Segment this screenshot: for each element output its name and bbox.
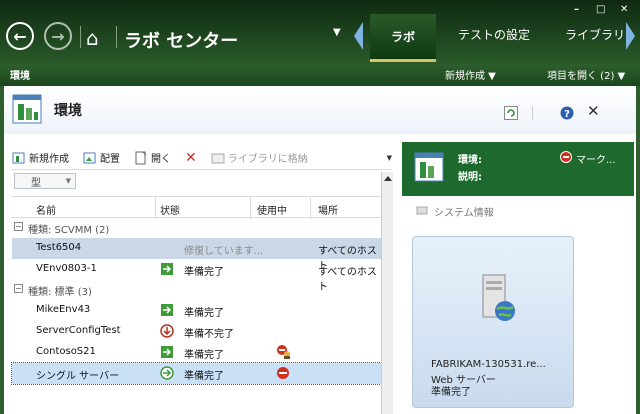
machine-status: 準備完了 bbox=[431, 387, 471, 398]
panel-header: 環境 ? ✕ bbox=[4, 86, 636, 134]
deploy-icon bbox=[83, 152, 96, 163]
group-header[interactable]: − 種類: SCVMM (2) bbox=[12, 218, 381, 238]
app-title: ラボ センター bbox=[124, 31, 239, 52]
tab-scroll-left-icon[interactable] bbox=[354, 22, 363, 50]
open-icon bbox=[135, 151, 147, 164]
divider bbox=[250, 197, 251, 219]
env-label: 環境: bbox=[458, 155, 482, 166]
panel-title: 環境 bbox=[54, 103, 82, 119]
tab-test-settings[interactable]: テストの設定 bbox=[458, 26, 530, 43]
detail-header: 環境: 説明: マーク... bbox=[402, 142, 634, 196]
environment-icon bbox=[414, 152, 444, 182]
new-environment-icon bbox=[12, 152, 25, 163]
stop-icon bbox=[277, 367, 289, 379]
toolbar-overflow-icon[interactable]: ▼ bbox=[387, 154, 392, 162]
ready-arrow-icon bbox=[161, 263, 173, 275]
column-in-use[interactable]: 使用中 bbox=[257, 202, 287, 217]
environment-panel: 環境 ? ✕ 新規作成 配置 開く ✕ ライブラリに格納 ▼ 型 ▼ 名前 状態… bbox=[4, 86, 636, 414]
type-filter[interactable]: 型 ▼ bbox=[14, 173, 76, 189]
back-button[interactable]: ← bbox=[6, 22, 34, 50]
table-row[interactable]: ServerConfigTest 準備不完了 bbox=[12, 321, 381, 342]
forward-button[interactable]: → bbox=[44, 22, 72, 50]
chevron-down-icon: ▼ bbox=[65, 177, 71, 185]
divider bbox=[116, 26, 117, 48]
table-row[interactable]: シングル サーバー 準備完了 bbox=[11, 362, 382, 385]
maximize-button[interactable]: □ bbox=[596, 4, 605, 15]
sub-bar: 環境 新規作成 ▼ 項目を開く (2) ▼ bbox=[0, 64, 640, 86]
minimize-button[interactable]: – bbox=[574, 4, 579, 15]
column-name[interactable]: 名前 bbox=[36, 202, 56, 217]
breadcrumb: 環境 bbox=[10, 71, 30, 82]
web-server-icon bbox=[482, 274, 515, 321]
grid-scrollbar[interactable] bbox=[381, 172, 393, 414]
ready-arrow-icon bbox=[161, 304, 173, 316]
divider bbox=[155, 197, 156, 219]
not-ready-icon bbox=[160, 324, 174, 338]
home-icon[interactable]: ⌂ bbox=[86, 26, 99, 50]
table-row[interactable]: VEnv0803-1 準備完了 すべてのホスト bbox=[12, 259, 381, 293]
delete-icon: ✕ bbox=[185, 149, 197, 166]
help-icon[interactable]: ? bbox=[560, 106, 574, 120]
top-bar: ← → ⌂ ラボ センター ▼ ラボ テストの設定 ライブラリ – □ ✕ bbox=[0, 0, 640, 64]
column-status[interactable]: 状態 bbox=[160, 202, 180, 217]
collapse-icon[interactable]: − bbox=[14, 284, 23, 293]
machine-card[interactable]: FABRIKAM-130531.re... Web サーバー 準備完了 bbox=[412, 236, 574, 408]
close-window-button[interactable]: ✕ bbox=[620, 4, 628, 15]
user-in-use-icon bbox=[277, 345, 290, 359]
open-items-menu[interactable]: 項目を開く (2) ▼ bbox=[547, 67, 625, 82]
library-icon bbox=[211, 153, 225, 163]
refresh-icon[interactable] bbox=[504, 106, 518, 120]
column-location[interactable]: 場所 bbox=[318, 202, 338, 217]
description-label: 説明: bbox=[458, 172, 482, 183]
table-row[interactable]: ContosoS21 準備完了 bbox=[12, 342, 381, 363]
environment-icon bbox=[12, 94, 42, 124]
tab-scroll-right-icon[interactable] bbox=[626, 22, 635, 50]
ready-circle-icon bbox=[160, 366, 174, 380]
divider bbox=[80, 26, 81, 48]
system-info-icon bbox=[416, 206, 428, 215]
machine-name: FABRIKAM-130531.re... bbox=[431, 359, 546, 370]
new-menu[interactable]: 新規作成 ▼ bbox=[445, 67, 496, 82]
system-info-link[interactable]: システム情報 bbox=[402, 202, 634, 220]
group-header[interactable]: − 種類: 標準 (3) bbox=[12, 280, 381, 300]
divider bbox=[532, 106, 533, 120]
tab-lab[interactable]: ラボ bbox=[370, 14, 436, 62]
tab-menu-dropdown-icon[interactable]: ▼ bbox=[333, 27, 341, 38]
mark-link[interactable]: マーク... bbox=[576, 151, 616, 166]
scroll-up-icon[interactable] bbox=[384, 176, 392, 181]
table-row[interactable]: MikeEnv43 準備完了 bbox=[12, 300, 381, 321]
store-in-library-button[interactable]: ライブラリに格納 bbox=[211, 150, 308, 165]
tab-library[interactable]: ライブラリ bbox=[565, 26, 625, 43]
ready-arrow-icon bbox=[161, 346, 173, 358]
open-button[interactable]: 開く bbox=[134, 150, 171, 165]
delete-button[interactable]: ✕ bbox=[185, 150, 197, 166]
collapse-icon[interactable]: − bbox=[14, 222, 23, 231]
toolbar: 新規作成 配置 開く ✕ ライブラリに格納 ▼ bbox=[12, 146, 392, 170]
deploy-button[interactable]: 配置 bbox=[83, 150, 120, 165]
stop-icon bbox=[560, 151, 572, 163]
environment-grid: 名前 状態 使用中 場所 − 種類: SCVMM (2) Test6504 修復… bbox=[11, 196, 382, 385]
table-row[interactable]: Test6504 修復しています... すべてのホスト bbox=[12, 238, 381, 272]
detail-pane: 環境: 説明: マーク... システム情報 FABRIKAM-130531.re… bbox=[402, 142, 634, 414]
grid-header: 名前 状態 使用中 場所 bbox=[12, 196, 381, 219]
close-panel-button[interactable]: ✕ bbox=[587, 102, 600, 120]
divider bbox=[310, 197, 311, 219]
svg-text:?: ? bbox=[564, 109, 570, 120]
new-button[interactable]: 新規作成 bbox=[12, 150, 69, 165]
